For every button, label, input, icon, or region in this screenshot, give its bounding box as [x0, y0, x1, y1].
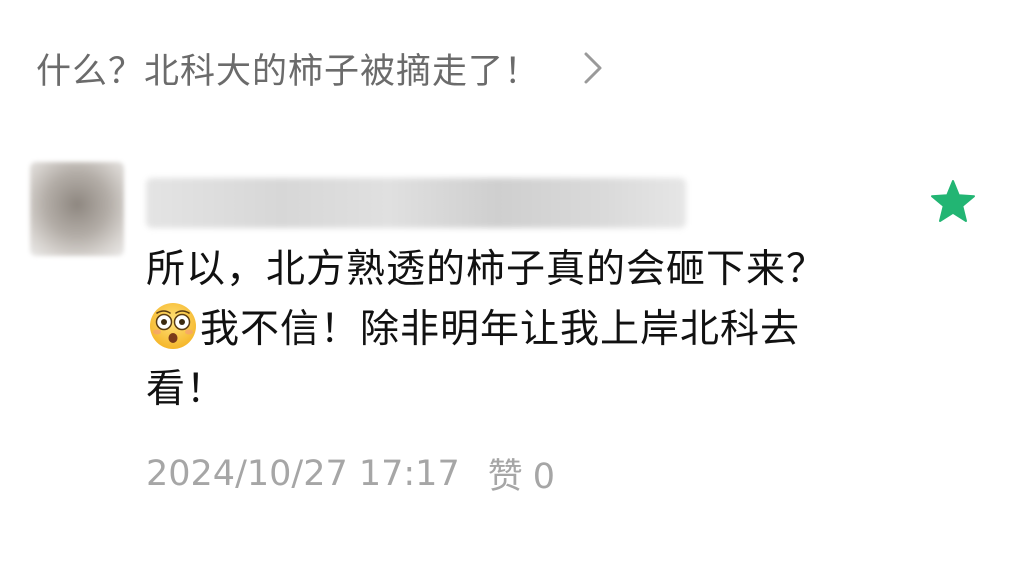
star-icon[interactable]	[930, 179, 976, 223]
comment-body: 所以，北方熟透的柿子真的会砸下来？ 我不信！除非明年让我上岸北科去看！	[146, 240, 876, 420]
comment-text-part1: 所以，北方熟透的柿子真的会砸下来？	[146, 247, 827, 292]
comment-timestamp: 2024/10/27 17:17	[146, 453, 460, 494]
avatar[interactable]	[30, 162, 124, 256]
like-label[interactable]: 赞	[488, 457, 523, 497]
like-count: 0	[532, 457, 556, 497]
comment-meta: 2024/10/27 17:17 赞0	[146, 448, 555, 499]
article-title[interactable]: 什么？北科大的柿子被摘走了！	[36, 43, 540, 94]
like-button[interactable]: 赞0	[488, 448, 555, 499]
comment-page: 什么？北科大的柿子被摘走了！ 所以，北方熟透的柿子真的会砸下来？我不信！除非明年…	[0, 0, 1019, 573]
comment-text-part2: 我不信！除非明年让我上岸北科去看！	[146, 307, 801, 412]
article-link[interactable]: 什么？北科大的柿子被摘走了！	[36, 38, 608, 98]
flushed-face-emoji-icon	[150, 303, 196, 349]
chevron-right-icon[interactable]	[578, 48, 608, 88]
username-blurred[interactable]	[146, 178, 686, 228]
